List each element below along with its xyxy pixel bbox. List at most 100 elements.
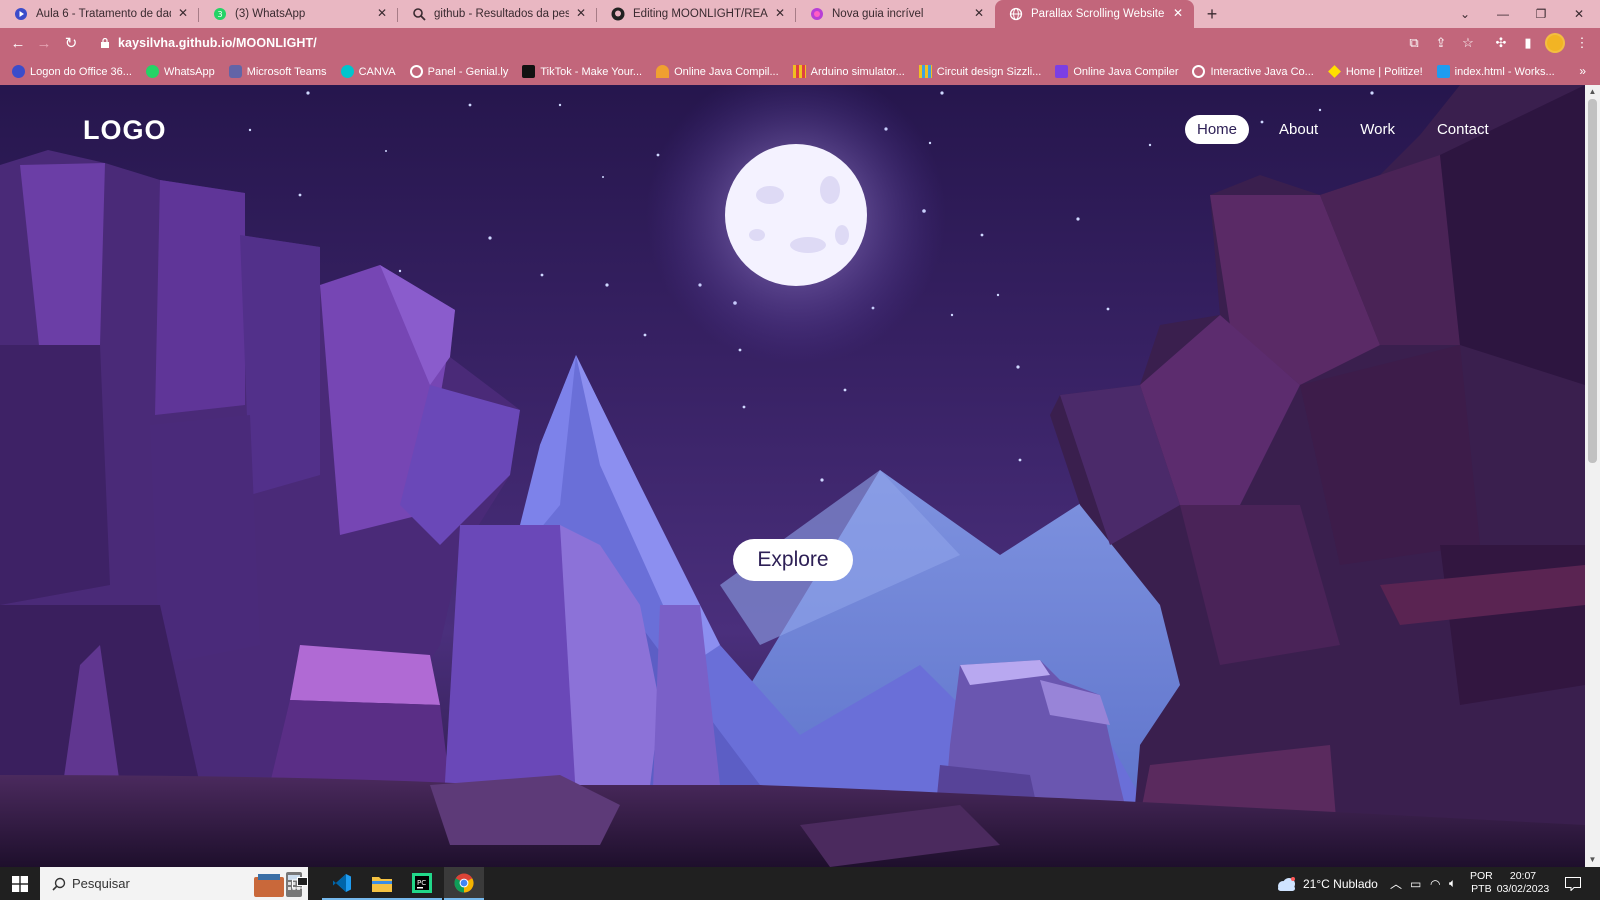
show-hidden-icons-icon[interactable]: ︿ [1390,867,1402,900]
bookmark-item[interactable]: Home | Politize! [1327,65,1423,78]
bookmark-item[interactable]: Logon do Office 36... [12,65,132,78]
bookmark-item[interactable]: index.html - Works... [1436,65,1555,78]
task-view-icon[interactable] [280,867,320,900]
search-placeholder: Pesquisar [72,876,130,891]
pycharm-icon[interactable]: PC [402,867,442,900]
browser-tab-active[interactable]: Parallax Scrolling Website ✕ [995,0,1194,28]
tab-strip: Aula 6 - Tratamento de dados - C ✕ 3 (3)… [0,0,1600,28]
notifications-icon[interactable] [1565,867,1581,900]
close-icon[interactable]: ✕ [1171,6,1185,20]
bookmark-item[interactable]: Online Java Compil... [656,65,779,78]
volume-icon[interactable]: 🔈︎ [1449,867,1456,900]
site-logo[interactable]: LOGO [83,115,167,146]
browser-tab[interactable]: Aula 6 - Tratamento de dados - C ✕ [0,0,199,28]
close-icon[interactable]: ✕ [574,6,588,20]
politize-icon [1327,65,1341,78]
nav-link-work[interactable]: Work [1348,115,1407,144]
teams-icon [228,65,242,78]
whatsapp-icon [145,65,159,78]
video-icon [14,7,28,21]
forward-icon[interactable]: → [34,33,54,53]
bookmark-item[interactable]: Interactive Java Co... [1192,65,1314,78]
minimize-icon[interactable]: — [1484,0,1522,28]
tiktok-icon [522,65,536,78]
close-icon[interactable]: ✕ [773,6,787,20]
bookmark-label: Home | Politize! [1345,65,1423,78]
vscode-icon[interactable] [322,867,362,900]
bookmark-label: Circuit design Sizzli... [936,65,1042,78]
back-icon[interactable]: ← [8,33,28,53]
profile-avatar[interactable] [1545,33,1565,53]
cloud-icon [1278,876,1295,891]
bookmark-label: Online Java Compiler [1073,65,1179,78]
browser-tab[interactable]: Nova guia incrível ✕ [796,0,995,28]
lock-icon [101,38,109,48]
tab-title: Editing MOONLIGHT/README.m [633,8,768,20]
grid-icon [792,65,806,78]
weather-text: 21°C Nublado [1303,876,1378,891]
tab-title: (3) WhatsApp [235,8,306,20]
share-icon[interactable]: ⇪ [1431,33,1451,53]
wifi-icon[interactable]: ◠ [1430,867,1440,900]
weather-widget[interactable]: 21°C Nublado [1275,867,1378,900]
tab-title: github - Resultados da pesquisa [434,8,569,20]
bookmark-item[interactable]: Online Java Compiler [1055,65,1178,78]
translate-icon[interactable]: ⧉ [1404,33,1424,53]
close-icon[interactable]: ✕ [375,6,389,20]
nav-link-about[interactable]: About [1267,115,1330,144]
system-clock[interactable]: 20:07 03/02/2023 [1491,870,1555,896]
new-tab-button[interactable]: + [1198,0,1226,28]
taskbar-search-box[interactable]: Pesquisar [40,867,308,900]
extensions-icon[interactable]: ✣ [1491,33,1511,53]
url-text: kaysilvha.github.io/MOONLIGHT/ [118,36,317,50]
page-scrollbar[interactable]: ▲ ▼ [1585,85,1600,867]
meet-now-icon[interactable]: ▭ [1410,867,1421,900]
browser-toolbar: ← → ↻ kaysilvha.github.io/MOONLIGHT/ ⧉ ⇪… [0,28,1600,58]
bookmarks-more-button[interactable]: » [1579,64,1586,78]
scroll-down-arrow-icon[interactable]: ▼ [1585,853,1600,867]
chrome-icon[interactable] [444,867,484,900]
search-icon [52,877,66,891]
menu-icon[interactable]: ⋮ [1572,33,1592,53]
browser-tab[interactable]: github - Resultados da pesquisa ✕ [398,0,597,28]
tab-title: Nova guia incrível [832,8,924,20]
input-language-indicator[interactable]: POR PTB [1470,870,1493,896]
bookmark-item[interactable]: Circuit design Sizzli... [918,65,1042,78]
restore-icon[interactable]: ❐ [1522,0,1560,28]
whatsapp-icon: 3 [213,7,227,21]
office-icon [12,65,25,78]
browser-tab[interactable]: 3 (3) WhatsApp ✕ [199,0,398,28]
bookmark-star-icon[interactable]: ☆ [1458,33,1478,53]
windows-taskbar: Pesquisar PC 21°C Nublado ︿ ▭ ◠ 🔈︎ POR P… [0,867,1600,900]
bookmark-item[interactable]: Microsoft Teams [228,65,327,78]
globe-icon [1009,7,1023,21]
side-panel-icon[interactable]: ▮ [1518,33,1538,53]
scroll-up-arrow-icon[interactable]: ▲ [1585,85,1600,99]
bookmark-label: Logon do Office 36... [30,65,132,78]
clock-date: 03/02/2023 [1496,883,1550,895]
close-window-icon[interactable]: ✕ [1560,0,1598,28]
globe-icon [810,7,824,21]
bookmark-label: Panel - Genial.ly [427,65,509,78]
explore-button[interactable]: Explore [733,539,853,581]
bookmark-label: Interactive Java Co... [1210,65,1314,78]
jdoodle-icon [1055,65,1069,78]
close-icon[interactable]: ✕ [176,6,190,20]
bookmark-item[interactable]: Panel - Genial.ly [409,65,509,78]
address-bar[interactable]: kaysilvha.github.io/MOONLIGHT/ [90,31,1500,55]
bookmark-item[interactable]: Arduino simulator... [792,65,905,78]
file-explorer-icon[interactable] [362,867,402,900]
java-icon [656,65,670,78]
scrollbar-thumb[interactable] [1588,99,1597,463]
bookmark-item[interactable]: TikTok - Make Your... [522,65,642,78]
windows-start-icon[interactable] [0,867,40,900]
tab-search-icon[interactable]: ⌄ [1446,0,1484,28]
nav-link-contact[interactable]: Contact [1425,115,1501,144]
reload-icon[interactable]: ↻ [61,33,81,53]
browser-tab[interactable]: Editing MOONLIGHT/README.m ✕ [597,0,796,28]
close-icon[interactable]: ✕ [972,6,986,20]
nav-link-home[interactable]: Home [1185,115,1250,144]
genially-icon [409,65,423,78]
bookmark-item[interactable]: WhatsApp [145,65,215,78]
bookmark-item[interactable]: CANVA [340,65,396,78]
